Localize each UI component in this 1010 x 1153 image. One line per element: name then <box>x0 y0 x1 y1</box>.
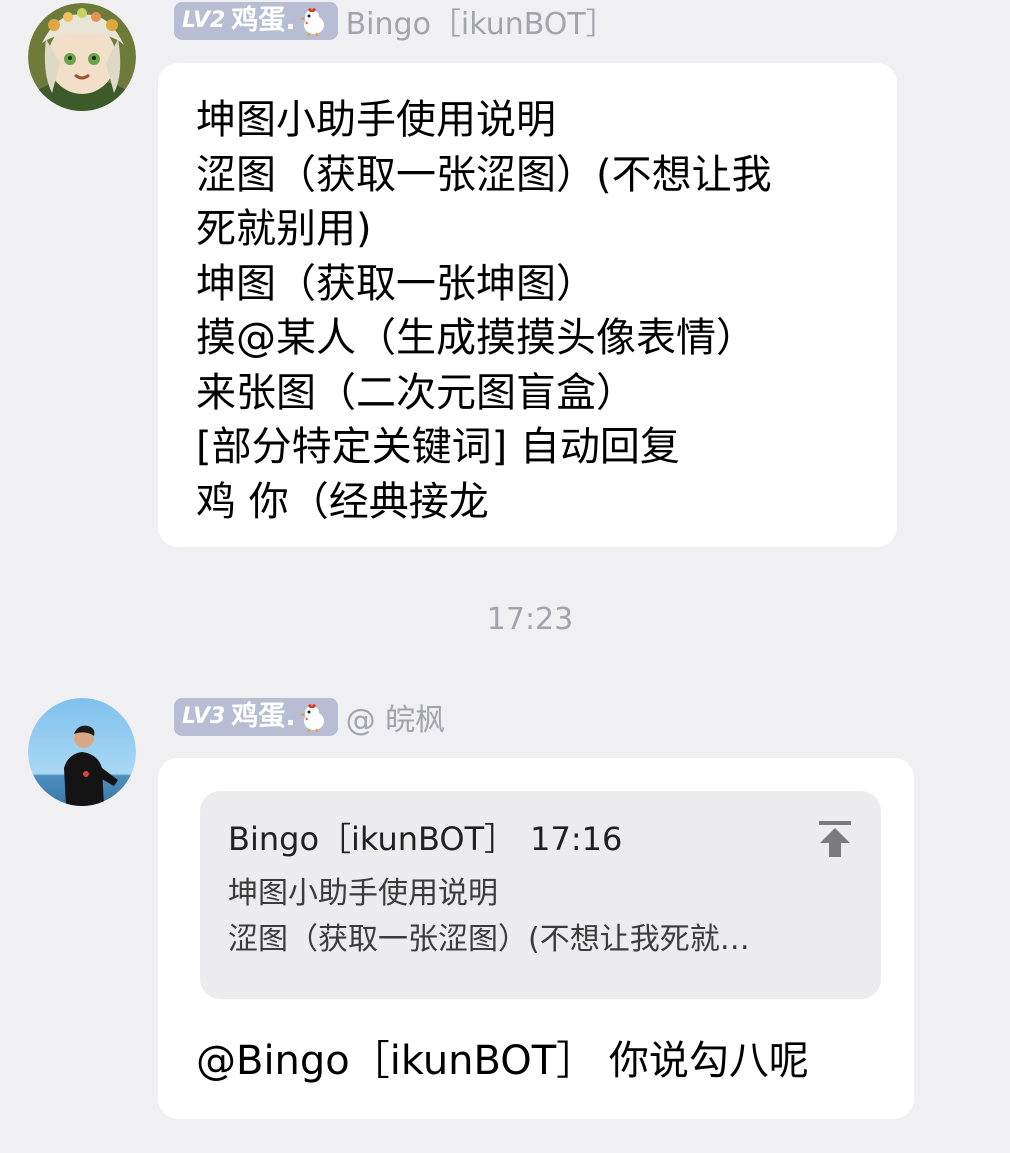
sender-name[interactable]: Bingo［ikunBOT］ <box>346 0 616 43</box>
message-1-header: LV2 鸡蛋. Bingo［ikunBOT］ <box>174 0 616 43</box>
chicken-icon <box>298 6 328 36</box>
quote-sender: Bingo［ikunBOT］ <box>228 820 517 858</box>
group-title-label: 鸡蛋. <box>231 701 296 732</box>
quote-line: 涩图（获取一张涩图）(不想让我死就… <box>228 922 750 957</box>
level-label: LV3 <box>182 704 226 729</box>
quoted-message[interactable]: Bingo［ikunBOT］ 17:16 坤图小助手使用说明 涩图（获取一张涩图）… <box>200 791 881 999</box>
message-line: 鸡 你（经典接龙 <box>196 478 489 525</box>
level-badge: LV2 鸡蛋. <box>174 2 338 40</box>
message-2-bubble[interactable]: Bingo［ikunBOT］ 17:16 坤图小助手使用说明 涩图（获取一张涩图）… <box>158 758 914 1119</box>
quote-header: Bingo［ikunBOT］ 17:16 <box>228 817 853 861</box>
level-label: LV2 <box>182 8 226 33</box>
avatar-user[interactable] <box>28 698 136 806</box>
message-line: 坤图（获取一张坤图） <box>196 260 596 307</box>
level-badge: LV3 鸡蛋. <box>174 698 338 736</box>
message-line: 死就别用) <box>196 206 372 252</box>
time-divider: 17:23 <box>486 602 574 637</box>
chicken-icon <box>298 702 328 732</box>
quote-line: 坤图小助手使用说明 <box>228 876 498 911</box>
message-line: 来张图（二次元图盲盒） <box>196 369 636 416</box>
message-line: 坤图小助手使用说明 <box>196 97 556 143</box>
message-2-text: @Bingo［ikunBOT］ 你说勾八呢 <box>196 1038 809 1084</box>
message-line: 涩图（获取一张涩图）(不想让我 <box>196 151 772 198</box>
message-2-header: LV3 鸡蛋. @ 皖枫 <box>174 695 446 739</box>
message-1-text: 坤图小助手使用说明 涩图（获取一张涩图）(不想让我 死就别用) 坤图（获取一张坤… <box>158 63 897 529</box>
quote-time: 17:16 <box>530 820 623 858</box>
group-title-label: 鸡蛋. <box>231 5 296 36</box>
message-1-bubble[interactable]: 坤图小助手使用说明 涩图（获取一张涩图）(不想让我 死就别用) 坤图（获取一张坤… <box>158 63 897 547</box>
message-line: [部分特定关键词] 自动回复 <box>196 424 680 470</box>
jump-to-message-icon[interactable] <box>817 819 853 859</box>
message-line: 摸@某人（生成摸摸头像表情） <box>196 315 756 361</box>
avatar-bot[interactable] <box>28 3 136 111</box>
sender-name[interactable]: @ 皖枫 <box>346 695 446 739</box>
